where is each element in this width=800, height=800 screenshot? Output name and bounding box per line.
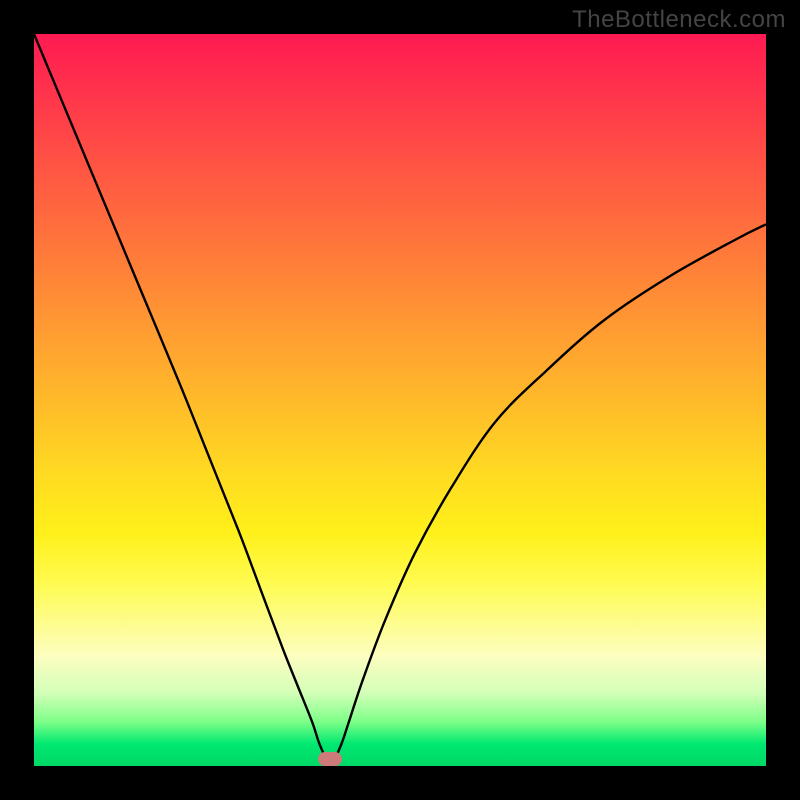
curve-svg: [34, 34, 766, 766]
plot-area: [34, 34, 766, 766]
minimum-marker: [318, 752, 342, 766]
bottleneck-curve-line: [34, 34, 766, 761]
chart-frame: TheBottleneck.com: [0, 0, 800, 800]
watermark-text: TheBottleneck.com: [572, 6, 786, 34]
